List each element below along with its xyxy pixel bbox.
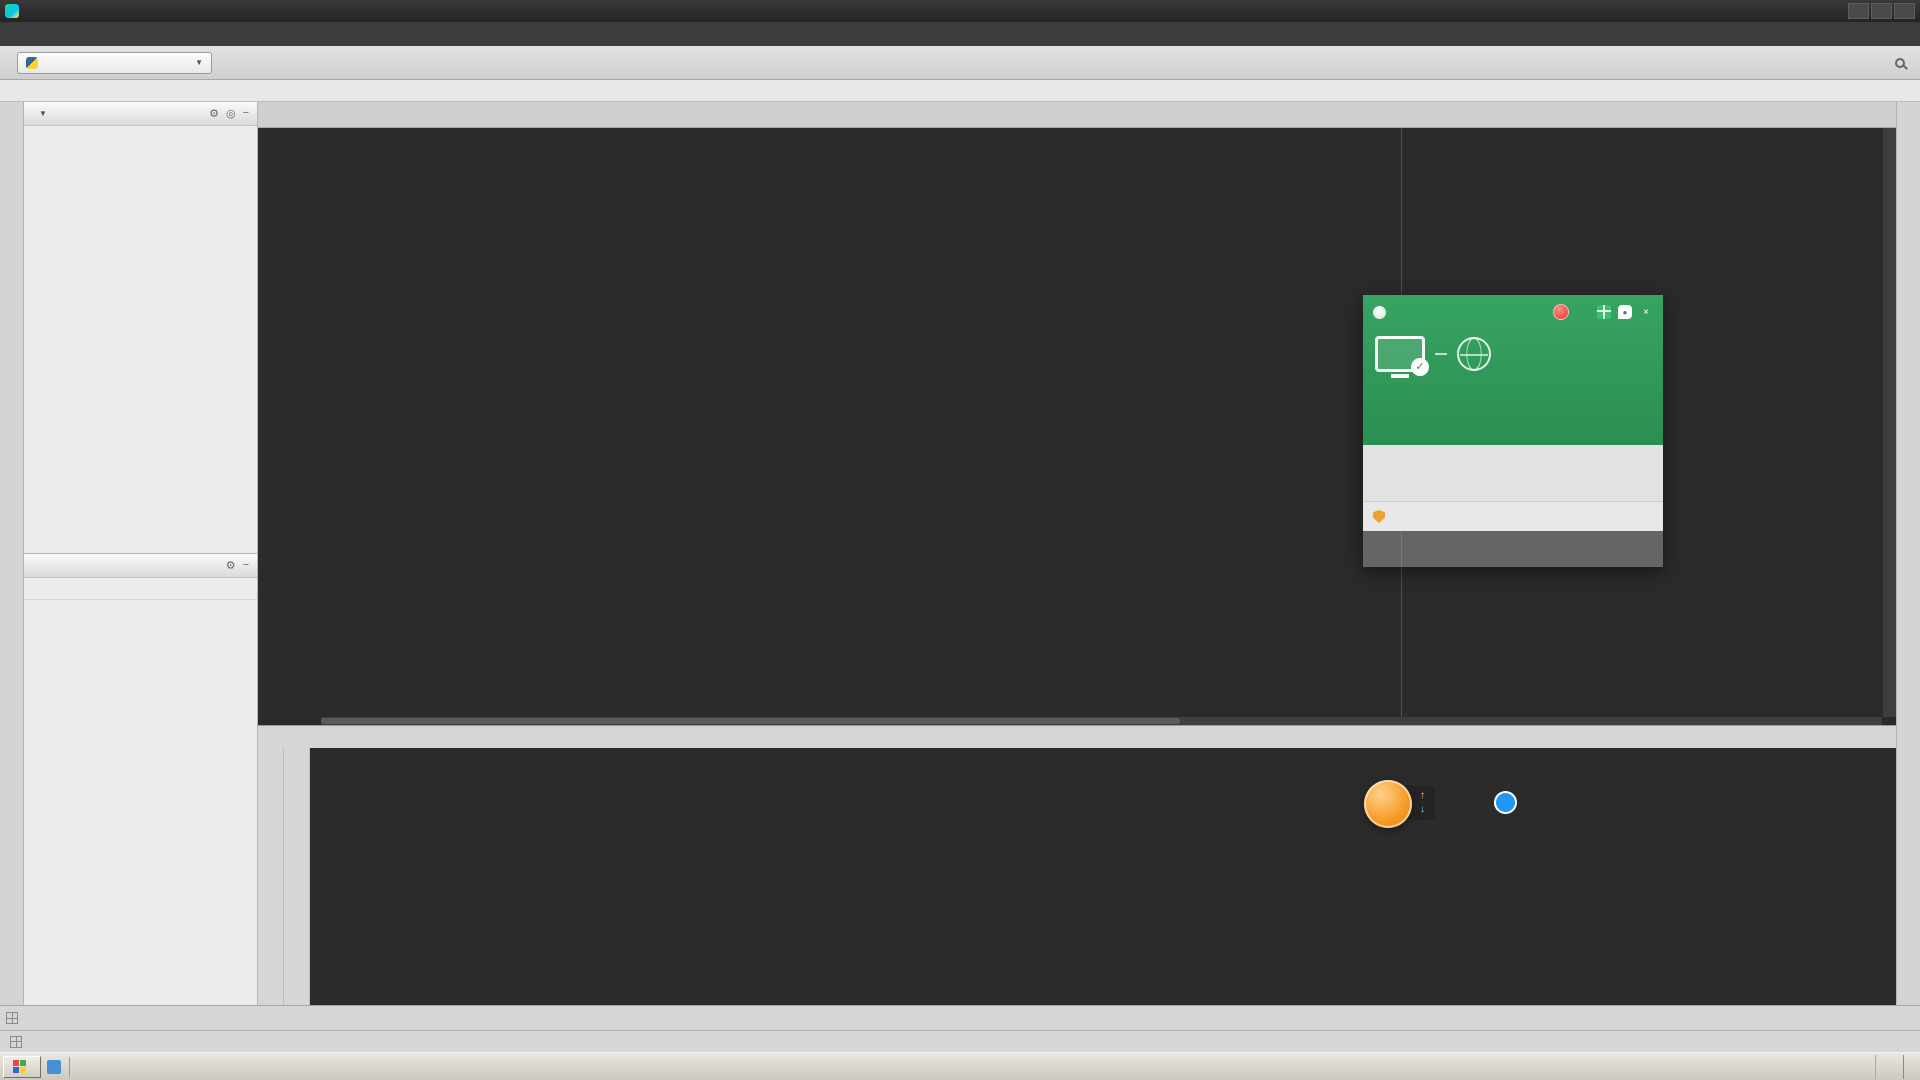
globe-icon	[1457, 337, 1491, 371]
quick-launch-icon[interactable]	[47, 1060, 61, 1074]
protect-row	[1363, 501, 1663, 531]
link-dashes	[1435, 353, 1447, 355]
window-titlebar[interactable]	[0, 0, 1920, 22]
panel-settings-icon[interactable]: ⚙	[226, 559, 236, 572]
panel-locate-icon[interactable]: ◎	[226, 107, 236, 120]
panel-collapse-icon[interactable]: −	[243, 107, 249, 120]
close-button[interactable]	[1894, 3, 1915, 19]
right-toolwindow-stripe	[1896, 102, 1920, 1005]
pycharm-app-icon	[5, 4, 19, 18]
run-configuration-select[interactable]: ▼	[17, 52, 212, 74]
add-button[interactable]	[1494, 791, 1517, 814]
maximize-button[interactable]	[1871, 3, 1892, 19]
shield-icon	[1373, 510, 1385, 523]
left-toolwindow-stripe	[0, 102, 24, 1005]
run-tool-window	[258, 725, 1896, 1005]
status-bar	[0, 1030, 1920, 1052]
panel-collapse-icon[interactable]: −	[243, 559, 249, 572]
status-bar-icon[interactable]	[10, 1036, 22, 1048]
gift-icon[interactable]	[1597, 305, 1611, 319]
check-icon: ✓	[1411, 358, 1429, 376]
run-toolbar-main	[258, 748, 284, 1005]
editor-tab-bar	[258, 102, 1896, 128]
run-tab-bar	[258, 726, 1896, 748]
chevron-down-icon: ▼	[195, 58, 203, 67]
close-icon[interactable]: ×	[1639, 305, 1653, 319]
360-panel-tabs	[1363, 445, 1663, 501]
start-button[interactable]	[3, 1056, 41, 1078]
scrollbar-thumb[interactable]	[321, 718, 1180, 724]
download-speed: ↓	[1420, 804, 1425, 815]
favorites-panel: ⚙ −	[24, 553, 257, 1005]
360-panel-header: ● × ✓	[1363, 295, 1663, 445]
360-ball-icon	[1373, 306, 1386, 319]
news-icon[interactable]	[1576, 305, 1590, 319]
toolwindow-bar	[0, 1005, 1920, 1030]
main-toolbar: ▼	[0, 46, 1920, 80]
project-panel: ▼ ⚙ ◎ −	[24, 102, 257, 553]
horizontal-scrollbar[interactable]	[321, 717, 1882, 725]
favorites-toolbar	[24, 578, 257, 600]
panel-settings-icon[interactable]: ⚙	[209, 107, 219, 120]
left-panel-column: ▼ ⚙ ◎ − ⚙ −	[24, 102, 258, 1005]
mini-ball-icon[interactable]	[1553, 304, 1569, 320]
show-desktop-button[interactable]	[1903, 1055, 1910, 1079]
system-tray	[1875, 1055, 1917, 1079]
console-toolbar	[284, 748, 310, 1005]
error-stripe[interactable]	[1882, 128, 1896, 717]
feedback-icon[interactable]: ●	[1618, 305, 1632, 319]
minimize-button[interactable]	[1848, 3, 1869, 19]
python-icon	[26, 57, 38, 69]
taskbar-clock[interactable]	[1887, 1061, 1899, 1072]
console-output[interactable]	[310, 748, 1896, 1005]
breadcrumb	[0, 80, 1920, 102]
computer-icon: ✓	[1375, 336, 1425, 372]
chevron-down-icon[interactable]: ▼	[39, 109, 47, 118]
toolwindow-switcher-icon[interactable]	[6, 1012, 18, 1024]
menu-bar	[0, 22, 1920, 46]
accelerator-ball[interactable]	[1364, 780, 1412, 828]
taskbar-divider	[69, 1057, 70, 1077]
360-bottom-buttons	[1363, 531, 1663, 567]
search-everywhere-icon[interactable]	[1888, 51, 1912, 75]
windows-taskbar	[0, 1052, 1920, 1080]
windows-logo-icon	[13, 1060, 26, 1073]
screen: ▼ ▼ ⚙ ◎ −	[0, 0, 1920, 1080]
upload-speed: ↑	[1420, 790, 1425, 801]
360-accelerator-panel: ● × ✓	[1363, 295, 1663, 567]
